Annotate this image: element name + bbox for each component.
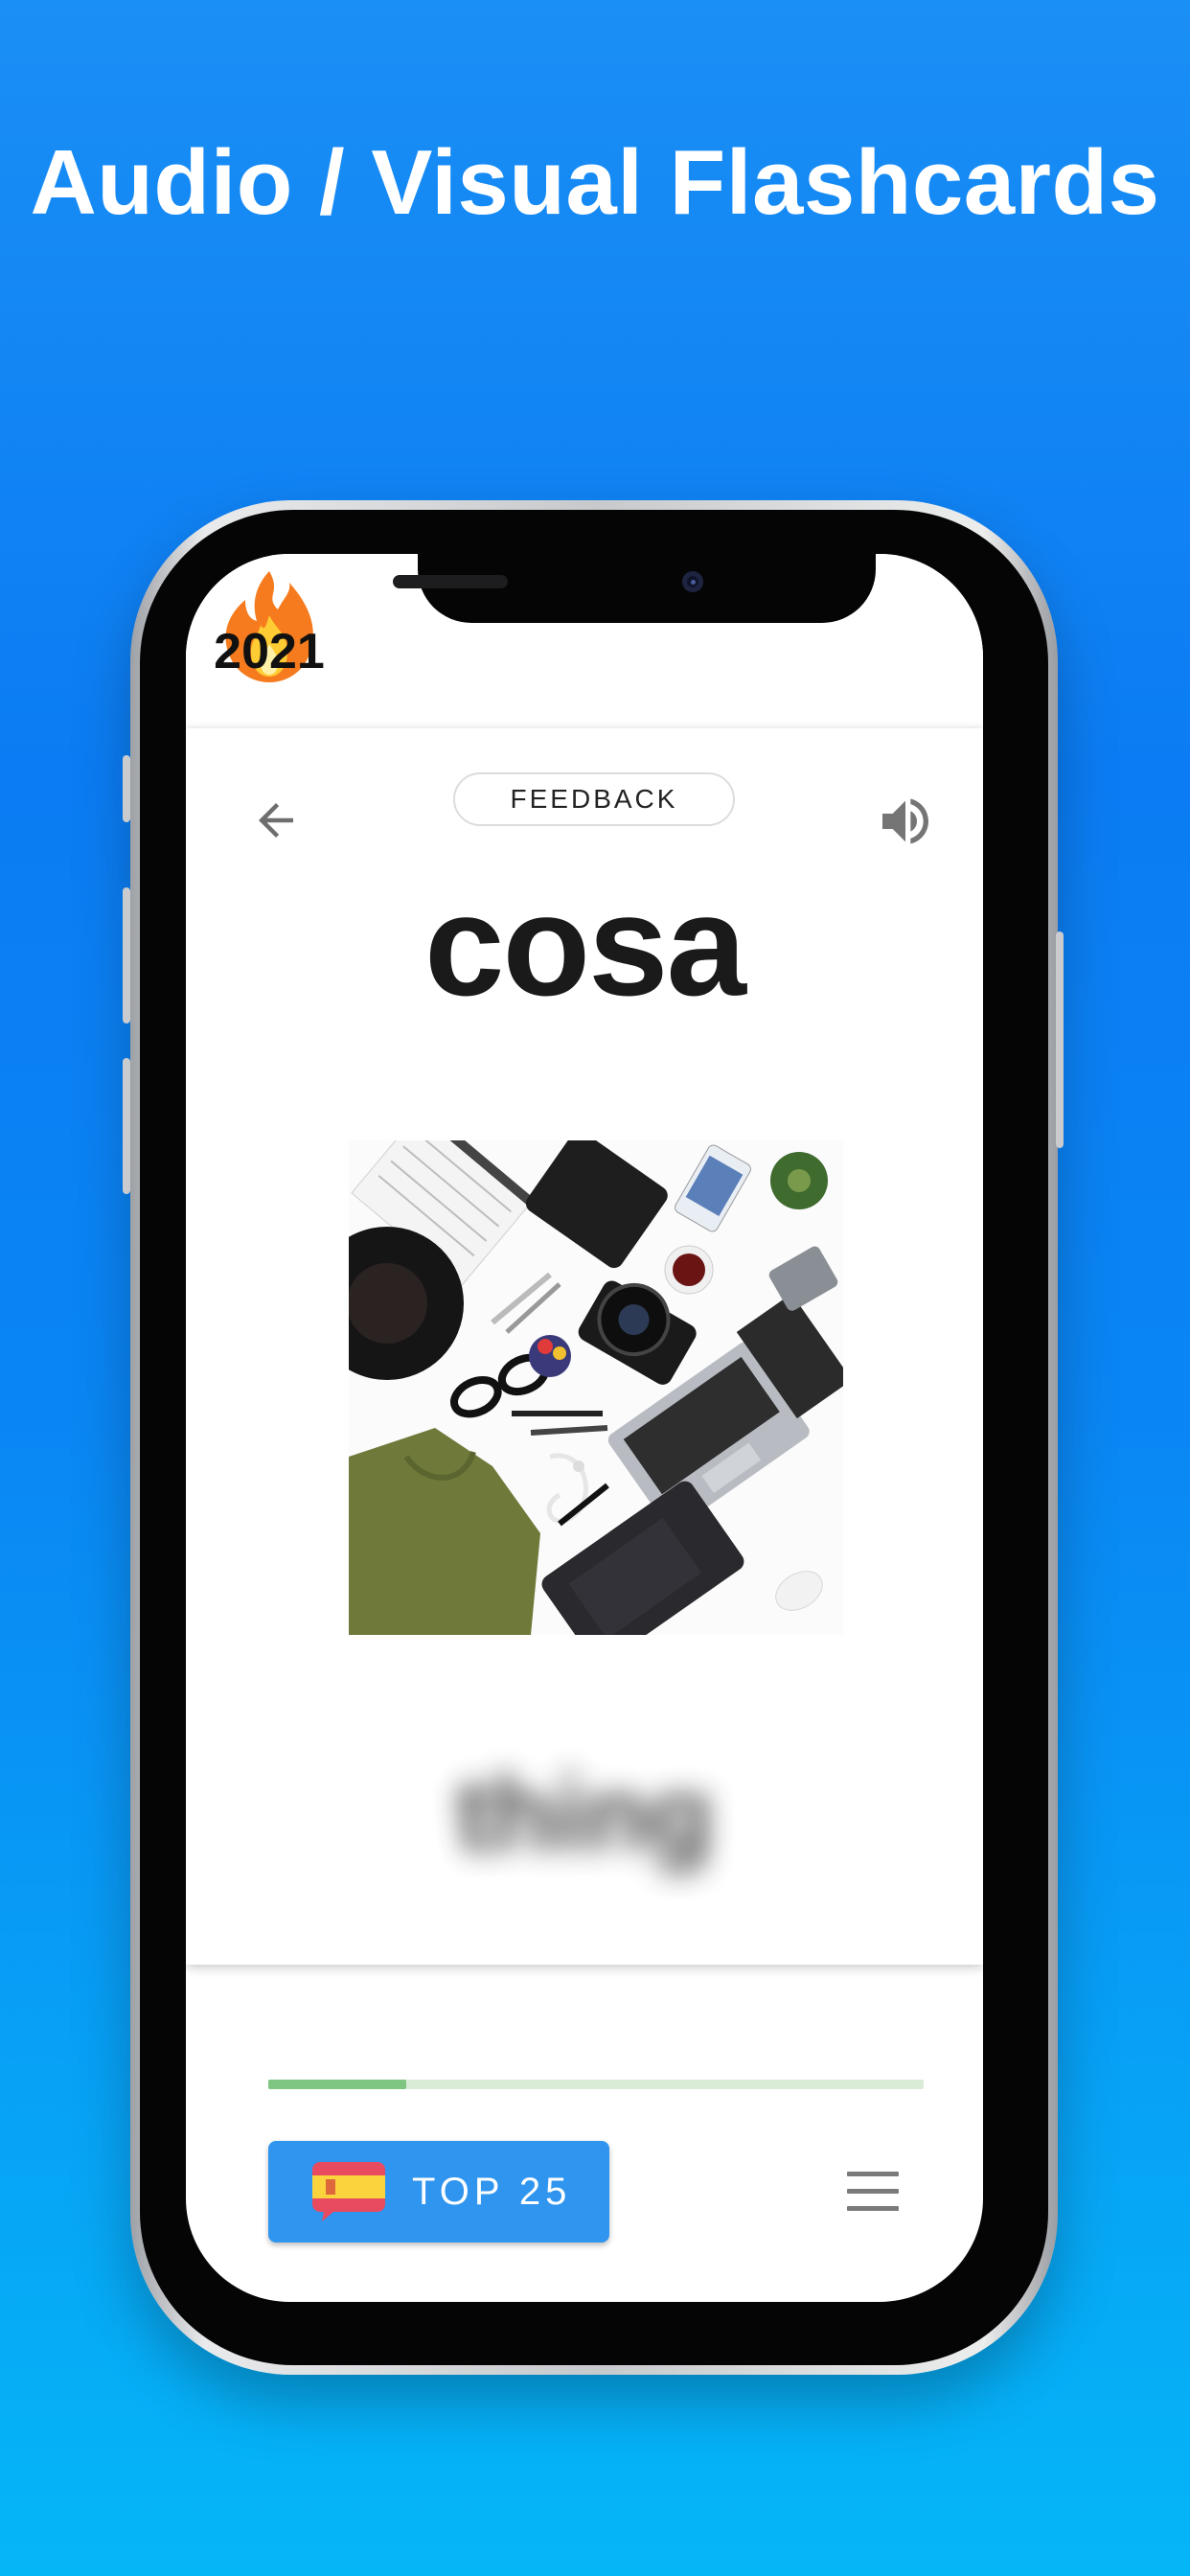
progress-bar bbox=[268, 2080, 924, 2089]
phone-volume-down bbox=[123, 1058, 130, 1194]
flashcard-image bbox=[349, 1140, 843, 1635]
flashcard-translation-hidden[interactable]: thing bbox=[186, 1754, 983, 1875]
objects-photo-illustration bbox=[349, 1140, 843, 1635]
spain-flag-bubble-icon bbox=[312, 2162, 385, 2221]
menu-line bbox=[847, 2172, 899, 2176]
back-button[interactable] bbox=[243, 788, 309, 853]
progress-bar-fill bbox=[268, 2080, 406, 2089]
flashcard[interactable]: FEEDBACK cosa thing bbox=[186, 728, 983, 1965]
play-audio-button[interactable] bbox=[872, 788, 939, 855]
front-camera bbox=[682, 571, 703, 592]
deck-label: TOP 25 bbox=[412, 2170, 572, 2213]
flashcard-word: cosa bbox=[424, 864, 746, 1025]
arrow-left-icon bbox=[259, 803, 293, 838]
phone-power-button bbox=[1056, 932, 1064, 1148]
phone-screen: 2021 FEEDBACK cosa thing TOP 25 bbox=[186, 554, 983, 2302]
badge-year: 2021 bbox=[214, 624, 325, 679]
phone-mute-switch bbox=[123, 755, 130, 822]
menu-button[interactable] bbox=[845, 2172, 903, 2214]
earpiece-speaker bbox=[393, 575, 508, 588]
deck-button[interactable]: TOP 25 bbox=[268, 2141, 609, 2242]
menu-line bbox=[847, 2206, 899, 2211]
notch bbox=[418, 554, 876, 623]
year-badge: 2021 bbox=[207, 564, 332, 698]
headline: Audio / Visual Flashcards bbox=[30, 131, 1160, 234]
speaker-volume-icon bbox=[882, 798, 928, 844]
phone-volume-up bbox=[123, 887, 130, 1024]
menu-line bbox=[847, 2189, 899, 2194]
feedback-button[interactable]: FEEDBACK bbox=[453, 772, 735, 826]
